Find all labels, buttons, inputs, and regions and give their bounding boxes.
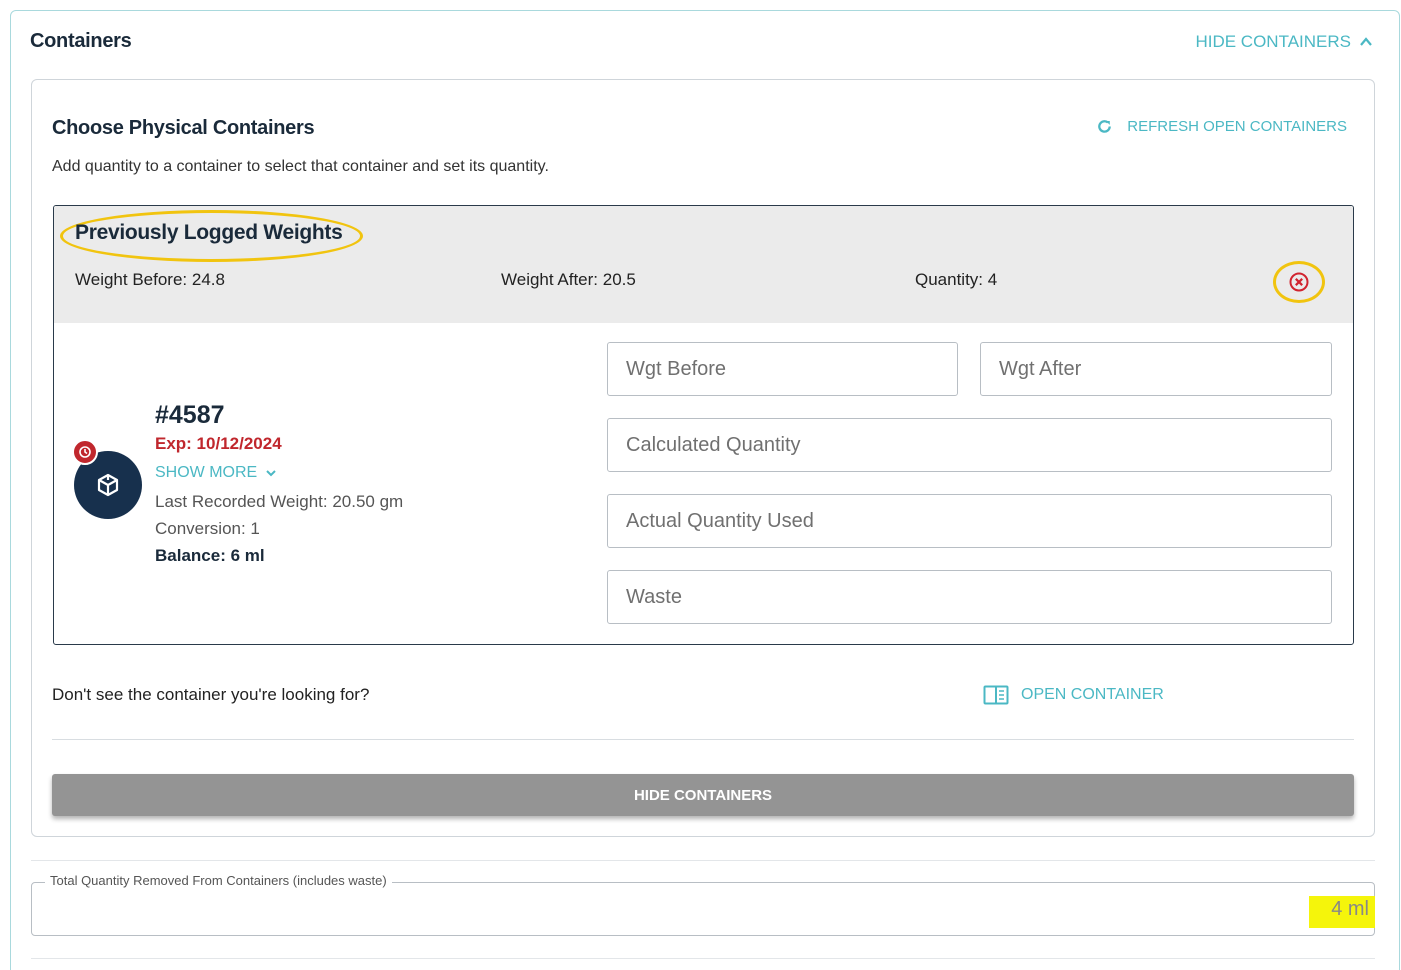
divider (52, 739, 1354, 740)
conversion: Conversion: 1 (155, 519, 260, 538)
box-icon (97, 473, 119, 497)
logged-weight-after: Weight After: 20.5 (501, 270, 636, 289)
calculated-quantity-input[interactable] (607, 418, 1332, 472)
close-circle-icon (1289, 272, 1309, 292)
chevron-down-icon (266, 470, 276, 477)
expiry-alert-badge (72, 439, 98, 465)
choose-containers-title: Choose Physical Containers (52, 117, 315, 139)
missing-container-prompt: Don't see the container you're looking f… (52, 685, 370, 704)
previously-logged-weights-bar: Previously Logged Weights Weight Before:… (54, 206, 1353, 323)
refresh-open-containers-label: REFRESH OPEN CONTAINERS (1127, 118, 1347, 135)
previously-logged-title: Previously Logged Weights (75, 221, 343, 244)
logged-weight-before: Weight Before: 24.8 (75, 270, 225, 289)
book-open-icon (983, 685, 1009, 705)
waste-input[interactable] (607, 570, 1332, 624)
hide-containers-label: HIDE CONTAINERS (1195, 32, 1351, 51)
chevron-up-icon (1360, 37, 1372, 46)
total-quantity-field[interactable] (31, 882, 1375, 936)
actual-quantity-used-input[interactable] (607, 494, 1332, 548)
container-item-card: Previously Logged Weights Weight Before:… (53, 205, 1354, 645)
show-more-label: SHOW MORE (155, 464, 258, 481)
wgt-after-input[interactable] (980, 342, 1332, 396)
section-title: Containers (30, 30, 132, 52)
refresh-icon (1098, 120, 1112, 133)
choose-containers-description: Add quantity to a container to select th… (52, 158, 549, 175)
total-quantity-value: 4 ml (1309, 896, 1375, 928)
last-recorded-weight: Last Recorded Weight: 20.50 gm (155, 492, 404, 511)
open-container-label: OPEN CONTAINER (1021, 686, 1164, 703)
wgt-before-input[interactable] (607, 342, 958, 396)
total-quantity-label: Total Quantity Removed From Containers (… (45, 873, 392, 888)
container-balance: Balance: 6 ml (155, 546, 265, 565)
logged-quantity: Quantity: 4 (915, 270, 998, 289)
divider (31, 958, 1375, 959)
clock-alert-icon (79, 446, 91, 458)
open-container-button[interactable]: OPEN CONTAINER (983, 685, 1164, 705)
hide-containers-button[interactable]: HIDE CONTAINERS (52, 774, 1354, 816)
container-expiry: Exp: 10/12/2024 (155, 434, 282, 453)
divider (31, 860, 1375, 861)
show-more-toggle[interactable]: SHOW MORE (155, 464, 277, 482)
container-id: #4587 (155, 401, 225, 429)
refresh-open-containers-button[interactable]: REFRESH OPEN CONTAINERS (1096, 118, 1347, 135)
remove-logged-weights-button[interactable] (1273, 261, 1325, 303)
hide-containers-link[interactable]: HIDE CONTAINERS (1195, 32, 1373, 52)
